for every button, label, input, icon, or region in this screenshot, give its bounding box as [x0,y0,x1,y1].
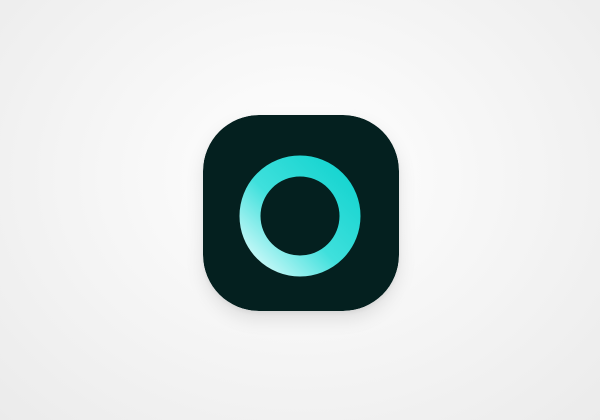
app-icon[interactable] [203,115,399,311]
app-icon-background [203,115,399,311]
ring-logo-icon [203,115,399,311]
canvas-background [0,0,600,420]
